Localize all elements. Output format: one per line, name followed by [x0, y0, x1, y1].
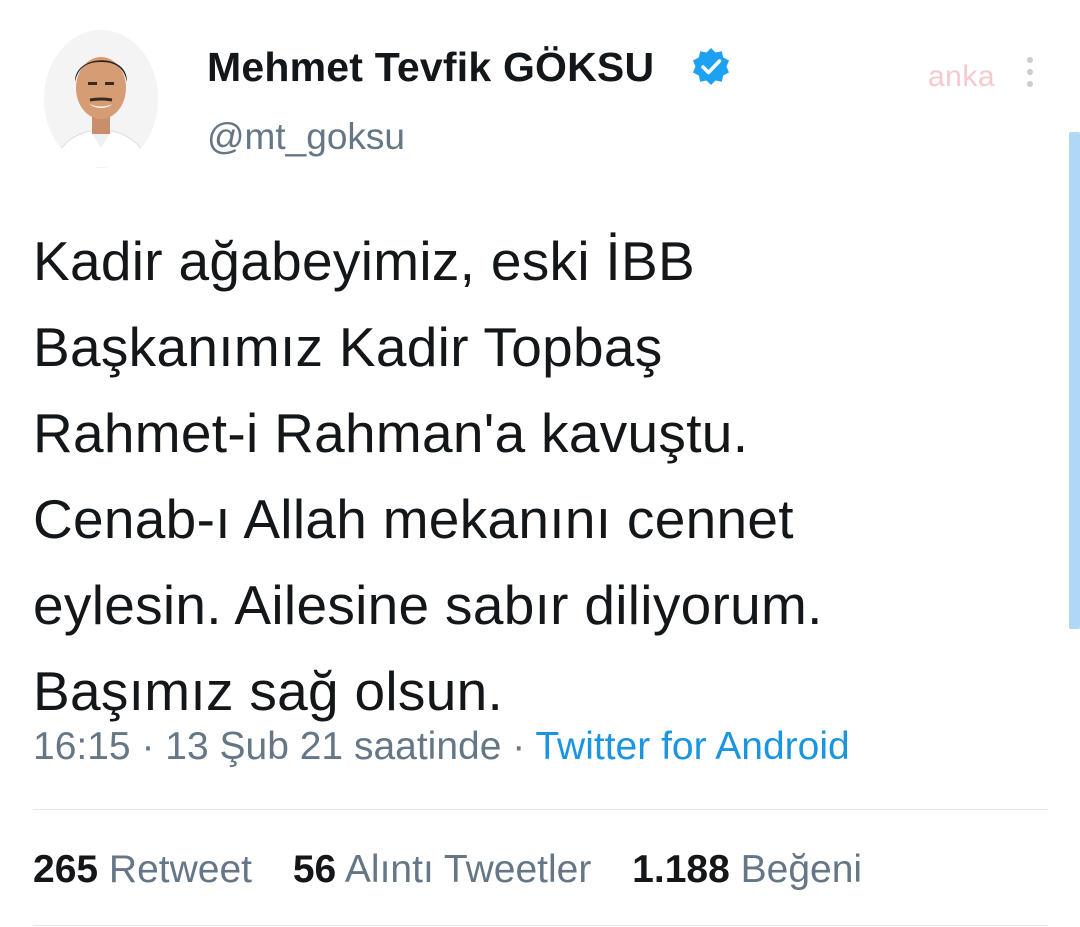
quotes-stat[interactable]: 56 Alıntı Tweetler	[293, 848, 602, 891]
tweet-text-line: Kadir ağabeyimiz, eski İBB	[33, 230, 695, 292]
author-handle[interactable]: @mt_goksu	[207, 116, 405, 158]
tweet-source-link[interactable]: Twitter for Android	[535, 725, 849, 768]
retweets-count: 265	[33, 848, 99, 891]
divider	[33, 925, 1048, 926]
tweet-meta: 16:15 · 13 Şub 21 saatinde · Twitter for…	[33, 725, 850, 769]
tweet-date[interactable]: 13 Şub 21 saatinde	[165, 725, 501, 768]
meta-separator: ·	[141, 725, 155, 768]
quotes-label: Alıntı Tweetler	[344, 848, 592, 891]
avatar-image	[44, 30, 158, 168]
profile-avatar[interactable]	[44, 30, 158, 168]
likes-label: Beğeni	[740, 848, 863, 891]
tweet-text: Kadir ağabeyimiz, eski İBB Başkanımız Ka…	[33, 218, 1043, 734]
tweet-text-line: Başımız sağ olsun.	[33, 660, 504, 722]
divider	[33, 809, 1048, 810]
anka-watermark: anka	[928, 60, 996, 93]
meta-separator: ·	[512, 725, 526, 768]
tweet-text-line: eylesin. Ailesine sabır diliyorum.	[33, 574, 823, 636]
tweet-time[interactable]: 16:15	[33, 725, 131, 768]
scrollbar[interactable]	[1069, 132, 1080, 629]
tweet-stats: 265 Retweet 56 Alıntı Tweetler 1.188 Beğ…	[33, 848, 892, 892]
retweets-label: Retweet	[108, 848, 252, 891]
tweet-text-line: Cenab-ı Allah mekanını cennet	[33, 488, 794, 550]
author-name[interactable]: Mehmet Tevfik GÖKSU	[207, 44, 654, 91]
quotes-count: 56	[292, 848, 337, 891]
likes-stat[interactable]: 1.188 Beğeni	[632, 848, 862, 891]
more-options-icon[interactable]	[1024, 57, 1036, 91]
tweet-text-line: Başkanımız Kadir Topbaş	[33, 316, 663, 378]
verified-badge-icon	[691, 47, 731, 87]
tweet-text-line: Rahmet-i Rahman'a kavuştu.	[33, 402, 749, 464]
likes-count: 1.188	[632, 848, 730, 891]
retweets-stat[interactable]: 265 Retweet	[33, 848, 263, 891]
